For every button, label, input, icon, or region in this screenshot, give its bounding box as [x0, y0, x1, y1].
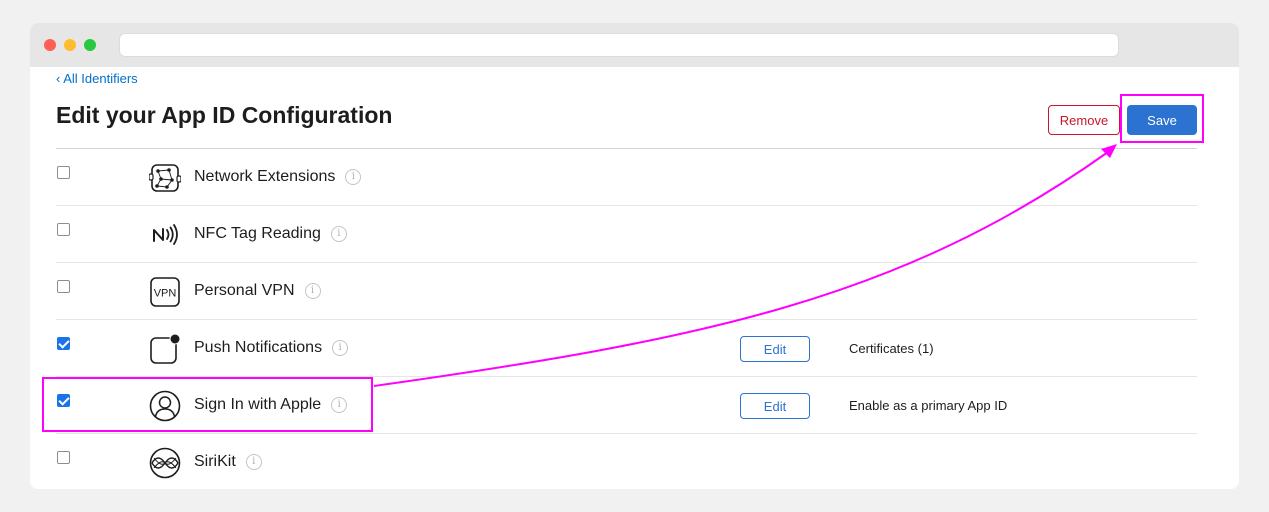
- nfc-tag-reading-checkbox[interactable]: [57, 223, 70, 236]
- info-icon[interactable]: i: [330, 225, 347, 242]
- capability-name: Push Notifications i: [194, 339, 349, 357]
- page-title: Edit your App ID Configuration: [56, 102, 393, 128]
- capability-row-push-notifications: Push Notifications i Edit Certificates (1…: [56, 320, 1197, 377]
- zoom-window-button[interactable]: [84, 39, 96, 51]
- network-extensions-checkbox[interactable]: [57, 166, 70, 179]
- info-icon[interactable]: i: [245, 453, 262, 470]
- sirikit-checkbox[interactable]: [57, 451, 70, 464]
- save-button-highlight: [1120, 94, 1204, 143]
- capability-name: Network Extensions i: [194, 168, 362, 186]
- capability-row-network-extensions: Network Extensions i: [56, 149, 1197, 206]
- info-icon[interactable]: i: [332, 339, 349, 356]
- capability-name: SiriKit i: [194, 453, 262, 471]
- info-icon[interactable]: i: [345, 168, 362, 185]
- address-bar[interactable]: [119, 33, 1119, 57]
- push-notifications-icon: [150, 333, 181, 364]
- capability-row-nfc-tag-reading: NFC Tag Reading i: [56, 206, 1197, 263]
- title-bar: [30, 23, 1239, 67]
- svg-text:VPN: VPN: [154, 288, 177, 300]
- remove-button[interactable]: Remove: [1048, 105, 1120, 135]
- capability-row-sirikit: SiriKit i: [56, 434, 1197, 489]
- close-window-button[interactable]: [44, 39, 56, 51]
- vpn-icon: VPN: [150, 277, 180, 307]
- capability-row-personal-vpn: VPN Personal VPN i: [56, 263, 1197, 320]
- all-identifiers-link[interactable]: ‹ All Identifiers: [56, 71, 138, 86]
- siri-icon: [149, 447, 181, 479]
- personal-vpn-checkbox[interactable]: [57, 280, 70, 293]
- network-extensions-icon: [149, 164, 181, 192]
- push-notifications-checkbox[interactable]: [57, 337, 70, 350]
- minimize-window-button[interactable]: [64, 39, 76, 51]
- sign-in-with-apple-edit-button[interactable]: Edit: [740, 393, 810, 419]
- sign-in-with-apple-config: Enable as a primary App ID: [849, 398, 1008, 413]
- capability-name: NFC Tag Reading i: [194, 225, 347, 243]
- push-notifications-edit-button[interactable]: Edit: [740, 336, 810, 362]
- nfc-icon: [153, 224, 178, 245]
- capability-name: Personal VPN i: [194, 282, 321, 300]
- sign-in-row-highlight: [42, 377, 373, 432]
- info-icon[interactable]: i: [304, 282, 321, 299]
- push-notifications-config: Certificates (1): [849, 341, 934, 356]
